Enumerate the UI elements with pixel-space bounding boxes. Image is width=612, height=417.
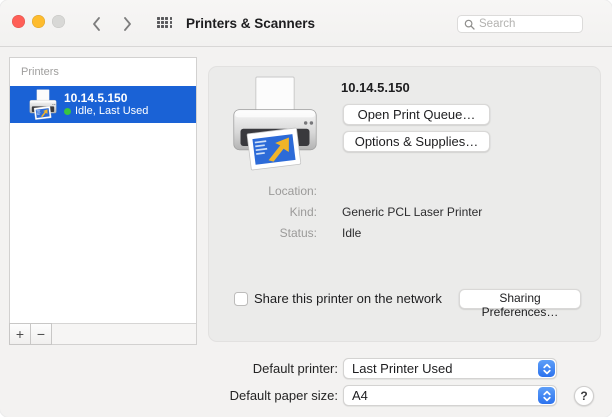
printer-list-item-text: 10.14.5.150 Idle, Last Used [64, 91, 148, 118]
titlebar: Printers & Scanners Search [0, 0, 612, 47]
info-row-location: Location: [209, 184, 602, 198]
printers-section-label: Printers [21, 66, 59, 78]
printer-detail-panel: 10.14.5.150 Open Print Queue… Options & … [208, 66, 601, 342]
chevron-right-icon [124, 17, 131, 31]
share-printer-checkbox[interactable] [234, 292, 248, 306]
search-placeholder: Search [479, 18, 516, 30]
share-printer-label: Share this printer on the network [254, 291, 442, 306]
show-all-grid-icon[interactable] [157, 17, 173, 28]
help-button[interactable]: ? [574, 386, 594, 406]
remove-printer-button[interactable]: − [30, 323, 52, 345]
forward-button[interactable] [117, 13, 139, 35]
open-print-queue-button[interactable]: Open Print Queue… [343, 104, 490, 125]
window-title: Printers & Scanners [186, 16, 316, 31]
status-dot-icon [64, 108, 71, 115]
stepper-icon [538, 387, 555, 404]
default-paper-size-label: Default paper size: [229, 388, 338, 403]
default-printer-select[interactable]: Last Printer Used [343, 358, 557, 379]
location-label: Location: [268, 184, 317, 198]
minimize-button[interactable] [32, 15, 45, 28]
printer-info: Location: Kind: Generic PCL Laser Printe… [209, 184, 602, 247]
status-value: Idle [342, 226, 362, 240]
default-paper-size-select[interactable]: A4 [343, 385, 557, 406]
search-icon [464, 19, 475, 30]
close-button[interactable] [12, 15, 25, 28]
default-printer-value: Last Printer Used [352, 361, 453, 376]
printer-name: 10.14.5.150 [64, 91, 128, 105]
kind-label: Kind: [289, 205, 317, 219]
sharing-preferences-button[interactable]: Sharing Preferences… [459, 289, 581, 319]
kind-value: Generic PCL Laser Printer [342, 205, 483, 219]
printers-scanners-window: Printers & Scanners Search Printers 10.1… [0, 0, 612, 417]
info-row-status: Status: Idle [209, 226, 602, 240]
info-row-kind: Kind: Generic PCL Laser Printer [209, 205, 602, 219]
chevron-left-icon [93, 17, 100, 31]
back-button[interactable] [85, 13, 107, 35]
list-toolbar: + − [9, 323, 196, 345]
printer-list-item[interactable]: 10.14.5.150 Idle, Last Used [10, 86, 196, 123]
printer-icon [28, 89, 58, 120]
selected-printer-name: 10.14.5.150 [341, 80, 410, 95]
zoom-button [52, 15, 65, 28]
options-supplies-button[interactable]: Options & Supplies… [343, 131, 490, 152]
printer-list-sidebar: Printers 10.14.5.150 Idle, Last Used + − [9, 57, 197, 345]
add-printer-button[interactable]: + [9, 323, 31, 345]
share-row: Share this printer on the network Sharin… [234, 289, 594, 319]
default-printer-label: Default printer: [252, 361, 338, 376]
printer-status: Idle, Last Used [75, 105, 149, 117]
search-field[interactable]: Search [457, 15, 583, 33]
printer-icon-large [229, 74, 321, 172]
default-paper-size-value: A4 [352, 388, 368, 403]
status-label: Status: [279, 226, 317, 240]
stepper-icon [538, 360, 555, 377]
